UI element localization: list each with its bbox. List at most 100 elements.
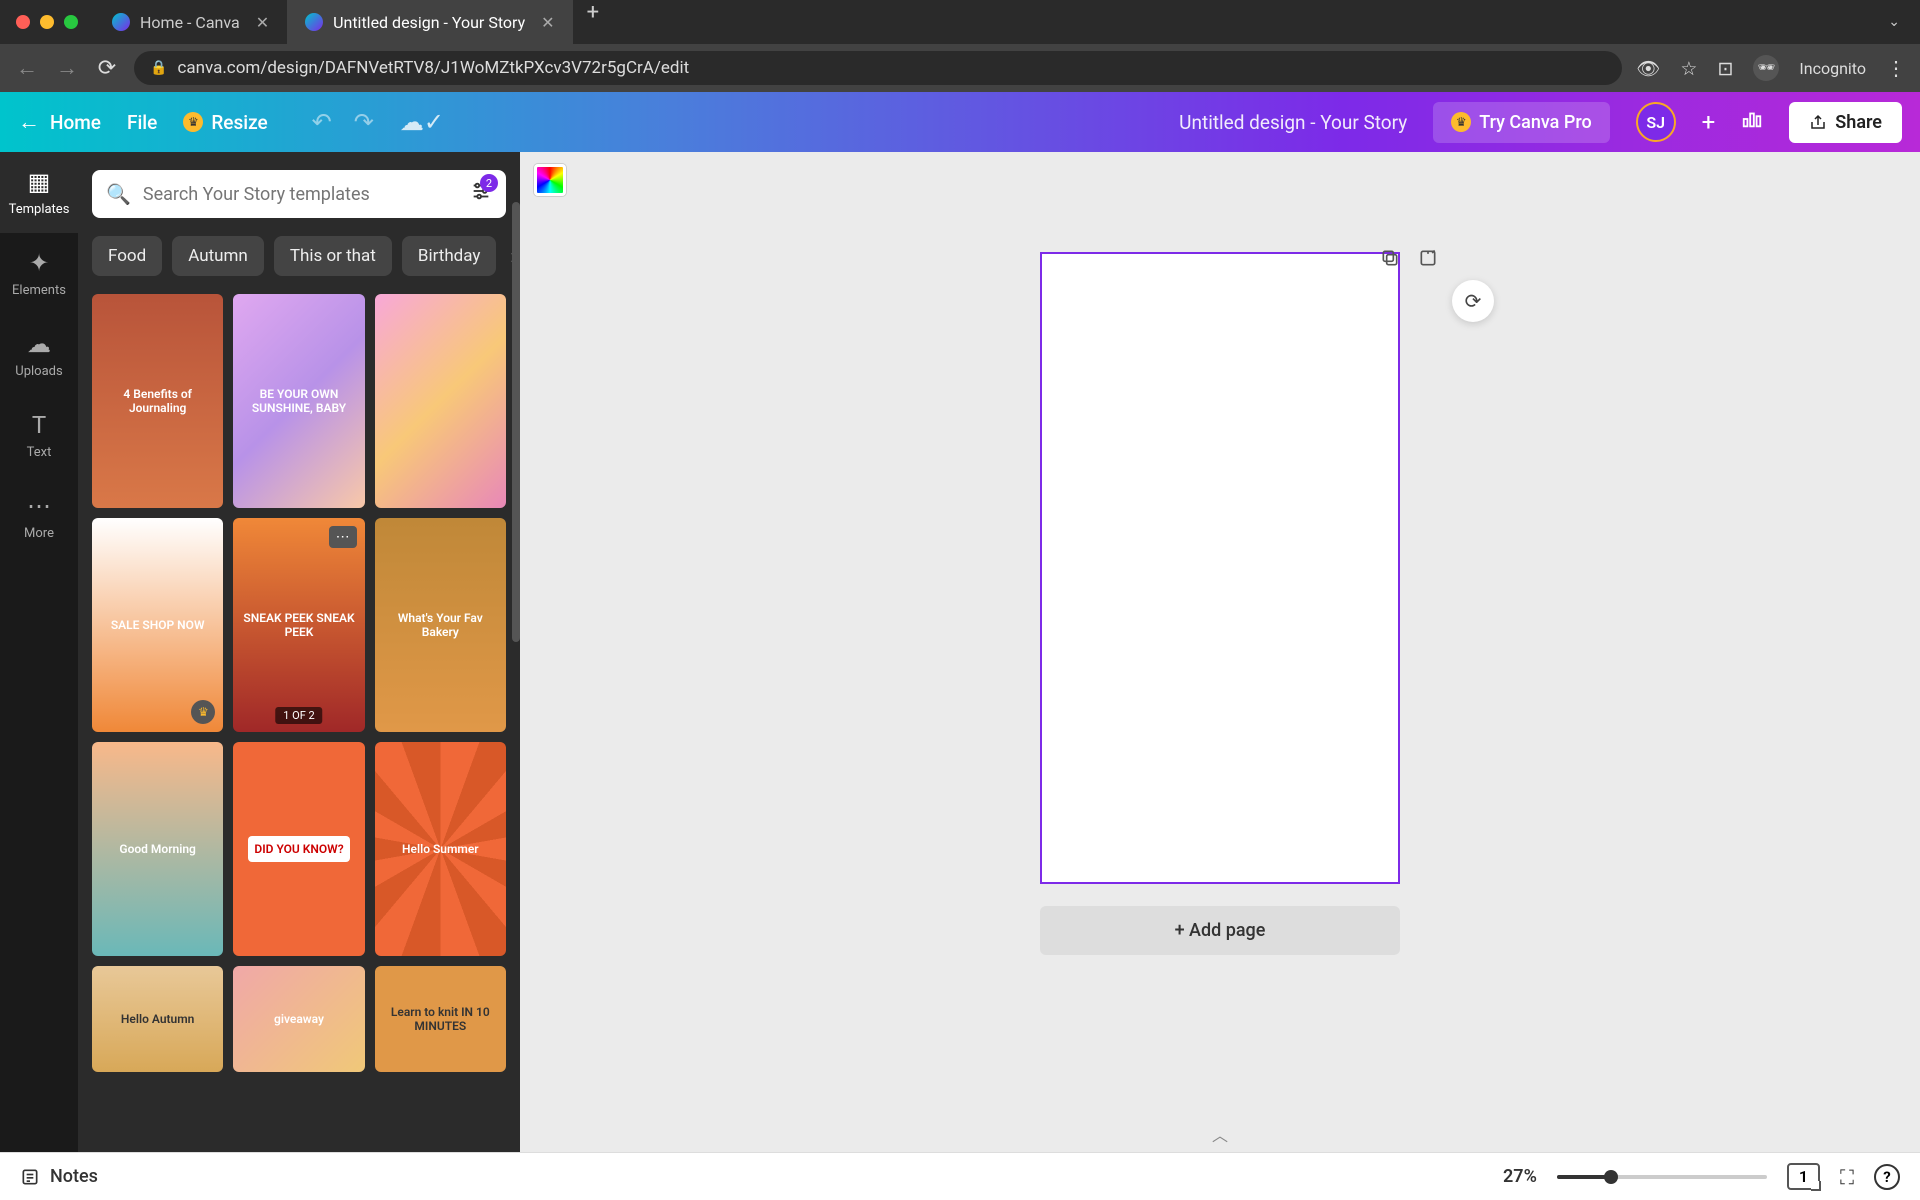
resize-button[interactable]: ♛ Resize	[183, 111, 267, 134]
user-avatar[interactable]: SJ	[1636, 102, 1676, 142]
cloud-sync-icon[interactable]: ☁✓	[400, 108, 444, 136]
incognito-icon[interactable]: 🕶	[1753, 55, 1779, 81]
card-menu-icon[interactable]: ⋯	[329, 526, 357, 548]
notes-button[interactable]: Notes	[20, 1166, 98, 1187]
template-card[interactable]: What's Your Fav Bakery	[375, 518, 506, 732]
page-count[interactable]: 1	[1787, 1163, 1820, 1190]
template-card[interactable]: DID YOU KNOW?	[233, 742, 364, 956]
help-button[interactable]: ?	[1874, 1164, 1900, 1190]
template-card[interactable]: ⋯ SNEAK PEEK SNEAK PEEK 1 OF 2	[233, 518, 364, 732]
redo-button[interactable]: ↷	[354, 108, 374, 136]
rail-more[interactable]: ⋯More	[0, 476, 78, 557]
avatar-initials: SJ	[1646, 113, 1665, 132]
canvas-area: ⟳ + Add page ︿	[520, 152, 1920, 1152]
duplicate-page-icon[interactable]	[1380, 248, 1400, 273]
template-card[interactable]	[375, 294, 506, 508]
template-card[interactable]: Hello Autumn	[92, 966, 223, 1072]
eye-icon[interactable]: 👁	[1636, 57, 1660, 80]
zoom-slider[interactable]	[1557, 1175, 1767, 1179]
template-card[interactable]: Learn to knit IN 10 MINUTES	[375, 966, 506, 1072]
document-title[interactable]: Untitled design - Your Story	[1179, 111, 1407, 134]
home-button[interactable]: ← Home	[18, 109, 101, 135]
rail-label: Templates	[9, 202, 70, 217]
url-text: canva.com/design/DAFNVetRTV8/J1WoMZtkPXc…	[177, 58, 689, 78]
add-page-icon[interactable]	[1418, 248, 1438, 273]
tab-home-canva[interactable]: Home - Canva ✕	[94, 0, 287, 44]
chip-this-or-that[interactable]: This or that	[274, 236, 392, 276]
close-window-icon[interactable]	[16, 15, 30, 29]
template-label: giveaway	[274, 1012, 324, 1026]
try-pro-label: Try Canva Pro	[1479, 112, 1591, 133]
template-label: Learn to knit IN 10 MINUTES	[383, 1005, 498, 1033]
filter-count-badge: 2	[480, 174, 498, 192]
rail-text[interactable]: TText	[0, 395, 78, 476]
extensions-icon[interactable]: ⊡	[1717, 57, 1733, 80]
add-user-button[interactable]: +	[1702, 108, 1716, 136]
page-count-value: 1	[1799, 1167, 1808, 1186]
chip-birthday[interactable]: Birthday	[402, 236, 497, 276]
back-button[interactable]: ←	[14, 55, 40, 81]
template-card[interactable]: giveaway	[233, 966, 364, 1072]
rail-templates[interactable]: ▦Templates	[0, 152, 78, 233]
browser-url-bar: ← → ⟳ 🔒 canva.com/design/DAFNVetRTV8/J1W…	[0, 44, 1920, 92]
browser-action-icons: 👁 ☆ ⊡ 🕶 Incognito ⋮	[1636, 55, 1906, 81]
fullscreen-icon[interactable]: ⛶	[1840, 1165, 1854, 1189]
tab-untitled-design[interactable]: Untitled design - Your Story ✕	[287, 0, 572, 44]
chip-autumn[interactable]: Autumn	[172, 236, 264, 276]
search-input[interactable]	[143, 184, 458, 205]
template-label: Hello Autumn	[121, 1012, 194, 1026]
minimize-window-icon[interactable]	[40, 15, 54, 29]
help-label: ?	[1883, 1168, 1890, 1186]
crown-icon: ♛	[183, 112, 203, 132]
chip-food[interactable]: Food	[92, 236, 162, 276]
add-page-label: + Add page	[1175, 920, 1266, 941]
undo-button[interactable]: ↶	[312, 108, 332, 136]
template-card[interactable]: Good Morning	[92, 742, 223, 956]
uploads-icon: ☁	[27, 330, 51, 358]
template-card[interactable]: BE YOUR OWN SUNSHINE, BABY	[233, 294, 364, 508]
rail-label: Uploads	[15, 364, 62, 379]
rail-elements[interactable]: ✦Elements	[0, 233, 78, 314]
forward-button[interactable]: →	[54, 55, 80, 81]
close-tab-icon[interactable]: ✕	[256, 13, 269, 32]
page-canvas[interactable]	[1040, 252, 1400, 884]
more-icon: ⋯	[27, 492, 51, 520]
maximize-window-icon[interactable]	[64, 15, 78, 29]
collapse-bottom-icon[interactable]: ︿	[1212, 1122, 1228, 1146]
add-page-button[interactable]: + Add page	[1040, 906, 1400, 955]
canva-favicon-icon	[305, 13, 323, 31]
zoom-slider-knob[interactable]	[1604, 1170, 1618, 1184]
bottom-bar: Notes 27% 1 ⛶ ?	[0, 1152, 1920, 1200]
filter-icon[interactable]: 2	[470, 180, 492, 208]
regenerate-button[interactable]: ⟳	[1452, 280, 1494, 322]
template-label: SALE SHOP NOW	[111, 618, 205, 632]
template-label: Hello Summer	[402, 842, 479, 856]
panel-scrollbar[interactable]	[512, 202, 520, 642]
try-pro-button[interactable]: ♛ Try Canva Pro	[1433, 102, 1609, 143]
background-color-picker[interactable]	[534, 164, 566, 196]
app-toolbar: ← Home File ♛ Resize ↶ ↷ ☁✓ Untitled des…	[0, 92, 1920, 152]
template-label: Good Morning	[119, 842, 195, 856]
zoom-slider-fill	[1557, 1175, 1612, 1179]
tab-dropdown-icon[interactable]: ⌄	[1868, 14, 1920, 30]
share-button[interactable]: Share	[1789, 102, 1902, 143]
new-tab-button[interactable]: +	[573, 0, 613, 44]
rail-uploads[interactable]: ☁ Uploads	[0, 314, 78, 395]
elements-icon: ✦	[29, 249, 49, 277]
tab-title: Untitled design - Your Story	[333, 13, 525, 32]
template-card[interactable]: SALE SHOP NOW♛	[92, 518, 223, 732]
chrome-menu-icon[interactable]: ⋮	[1886, 56, 1906, 80]
tab-title: Home - Canva	[140, 13, 240, 32]
analytics-icon[interactable]	[1741, 108, 1763, 136]
template-label: SNEAK PEEK SNEAK PEEK	[241, 611, 356, 639]
template-card[interactable]: 4 Benefits of Journaling	[92, 294, 223, 508]
reload-button[interactable]: ⟳	[94, 56, 120, 81]
file-menu[interactable]: File	[127, 111, 157, 134]
template-search[interactable]: 🔍 2	[92, 170, 506, 218]
close-tab-icon[interactable]: ✕	[541, 13, 554, 32]
template-label: BE YOUR OWN SUNSHINE, BABY	[241, 387, 356, 415]
star-icon[interactable]: ☆	[1680, 57, 1697, 80]
zoom-percentage[interactable]: 27%	[1503, 1166, 1537, 1187]
address-bar[interactable]: 🔒 canva.com/design/DAFNVetRTV8/J1WoMZtkP…	[134, 51, 1622, 85]
template-card[interactable]: Hello Summer	[375, 742, 506, 956]
